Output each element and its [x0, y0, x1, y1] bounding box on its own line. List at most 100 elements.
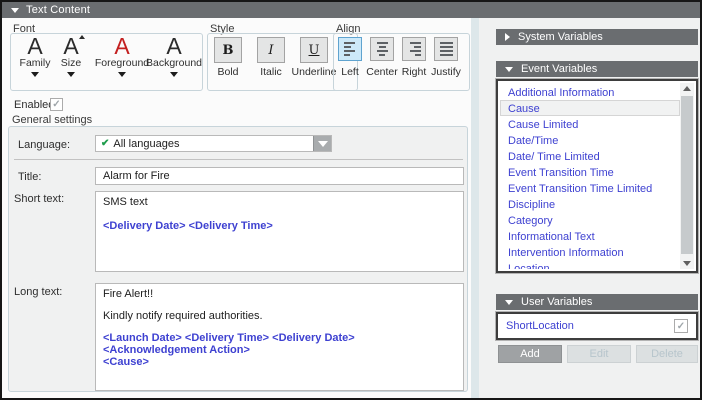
bold-label: Bold	[210, 66, 246, 78]
section-header-text-content[interactable]: Text Content	[2, 2, 700, 18]
list-item[interactable]: Discipline	[500, 196, 680, 212]
list-item[interactable]: Category	[500, 212, 680, 228]
user-variables-header[interactable]: User Variables	[496, 294, 698, 310]
page-title: Text Content	[26, 4, 90, 16]
italic-icon: I	[268, 43, 273, 58]
background-color-icon: A	[166, 35, 181, 57]
list-item[interactable]: Date/Time	[500, 132, 680, 148]
font-family-icon: A	[27, 35, 42, 57]
list-item[interactable]: Cause Limited	[500, 116, 680, 132]
collapse-arrow-icon	[11, 8, 19, 13]
list-item-label: Event Transition Time	[508, 167, 614, 179]
long-text-variables: <Cause>	[103, 356, 456, 368]
font-size-icon: A	[63, 35, 78, 57]
scroll-down-icon[interactable]	[683, 261, 691, 266]
event-variables-header[interactable]: Event Variables	[496, 61, 698, 77]
general-settings-label: General settings	[12, 114, 92, 126]
list-item[interactable]: Event Transition Time Limited	[500, 180, 680, 196]
list-item[interactable]: Intervention Information	[500, 244, 680, 260]
title-label: Title:	[18, 171, 41, 183]
align-justify-icon	[440, 42, 453, 56]
scrollbar-thumb[interactable]	[681, 96, 693, 254]
event-variables-list: Additional Information Cause Cause Limit…	[496, 79, 698, 273]
short-text-label: Short text:	[14, 193, 64, 205]
bold-button[interactable]: B	[214, 37, 242, 63]
size-up-tick-icon	[79, 35, 85, 39]
long-text-line: Kindly notify required authorities.	[103, 310, 456, 322]
chevron-down-icon	[318, 141, 328, 147]
chevron-down-icon	[67, 72, 75, 77]
add-button[interactable]: Add	[498, 345, 562, 363]
list-item-label: Additional Information	[508, 87, 614, 99]
align-right-button[interactable]	[402, 37, 426, 61]
bold-icon: B	[223, 43, 234, 58]
language-select[interactable]: ✔ All languages	[95, 135, 332, 152]
delete-button-label: Delete	[651, 348, 683, 360]
user-variable-checkbox[interactable]: ✓	[674, 319, 688, 333]
list-item-label: Cause	[508, 103, 540, 115]
list-item-label: Date/ Time Limited	[508, 151, 600, 163]
list-item-label: Intervention Information	[508, 247, 624, 259]
chevron-down-icon	[170, 72, 178, 77]
scroll-up-icon[interactable]	[683, 86, 691, 91]
short-text-variables: <Delivery Date> <Delivery Time>	[103, 220, 456, 232]
foreground-color-icon: A	[114, 35, 129, 57]
list-item-label: Date/Time	[508, 135, 558, 147]
foreground-color-button[interactable]: A Foreground	[93, 35, 151, 77]
divider	[14, 159, 463, 160]
list-item-label: Category	[508, 215, 553, 227]
list-item-label: Cause Limited	[508, 119, 578, 131]
align-justify-label: Justify	[424, 66, 468, 78]
font-size-button[interactable]: A Size	[49, 35, 93, 77]
chevron-down-icon	[31, 72, 39, 77]
long-text-line: Fire Alert!!	[103, 288, 456, 300]
background-color-button[interactable]: A Background	[146, 35, 202, 77]
system-variables-header[interactable]: System Variables	[496, 29, 698, 45]
language-value: All languages	[113, 138, 179, 150]
list-item[interactable]: Event Transition Time	[500, 164, 680, 180]
underline-button[interactable]: U	[300, 37, 328, 63]
align-left-button[interactable]	[338, 37, 362, 61]
list-item-label: Informational Text	[508, 231, 595, 243]
text-content-editor: Text Content Font A Family A Size A Fore…	[0, 0, 702, 408]
expand-arrow-icon	[505, 33, 510, 41]
scrollbar[interactable]	[680, 83, 694, 269]
enabled-checkbox[interactable]: ✓	[50, 98, 63, 111]
align-center-button[interactable]	[370, 37, 394, 61]
dropdown-button[interactable]	[313, 136, 331, 151]
short-text-editor[interactable]: SMS text <Delivery Date> <Delivery Time>	[95, 191, 464, 272]
chevron-down-icon	[118, 72, 126, 77]
italic-label: Italic	[251, 66, 291, 78]
event-variables-title: Event Variables	[521, 63, 597, 75]
underline-icon: U	[309, 43, 320, 58]
collapse-arrow-icon	[505, 67, 513, 72]
add-button-label: Add	[520, 348, 540, 360]
user-variable-name: ShortLocation	[506, 320, 574, 332]
short-text-line: SMS text	[103, 196, 456, 208]
language-label: Language:	[18, 139, 70, 151]
panel-splitter[interactable]	[471, 18, 479, 398]
align-justify-button[interactable]	[434, 37, 458, 61]
delete-button[interactable]: Delete	[636, 345, 698, 363]
edit-button[interactable]: Edit	[567, 345, 631, 363]
align-center-icon	[376, 42, 389, 56]
user-variables-title: User Variables	[521, 296, 592, 308]
align-right-icon	[408, 42, 421, 56]
italic-button[interactable]: I	[257, 37, 285, 63]
list-item-label: Location	[508, 263, 550, 269]
title-input[interactable]: Alarm for Fire	[95, 167, 464, 185]
collapse-arrow-icon	[505, 300, 513, 305]
list-item[interactable]: Date/ Time Limited	[500, 148, 680, 164]
list-item-selected[interactable]: Cause	[500, 100, 680, 116]
list-item[interactable]: Informational Text	[500, 228, 680, 244]
long-text-variables: <Launch Date> <Delivery Time> <Delivery …	[103, 332, 456, 356]
list-item-partial[interactable]: Location	[500, 260, 680, 269]
user-variable-row[interactable]: ShortLocation ✓	[496, 312, 698, 340]
long-text-editor[interactable]: Fire Alert!! Kindly notify required auth…	[95, 283, 464, 391]
long-text-label: Long text:	[14, 286, 62, 298]
check-icon: ✔	[101, 138, 109, 149]
align-left-icon	[344, 42, 357, 56]
list-item[interactable]: Additional Information	[500, 84, 680, 100]
system-variables-title: System Variables	[518, 31, 603, 43]
event-variables-rows: Additional Information Cause Cause Limit…	[500, 84, 680, 269]
